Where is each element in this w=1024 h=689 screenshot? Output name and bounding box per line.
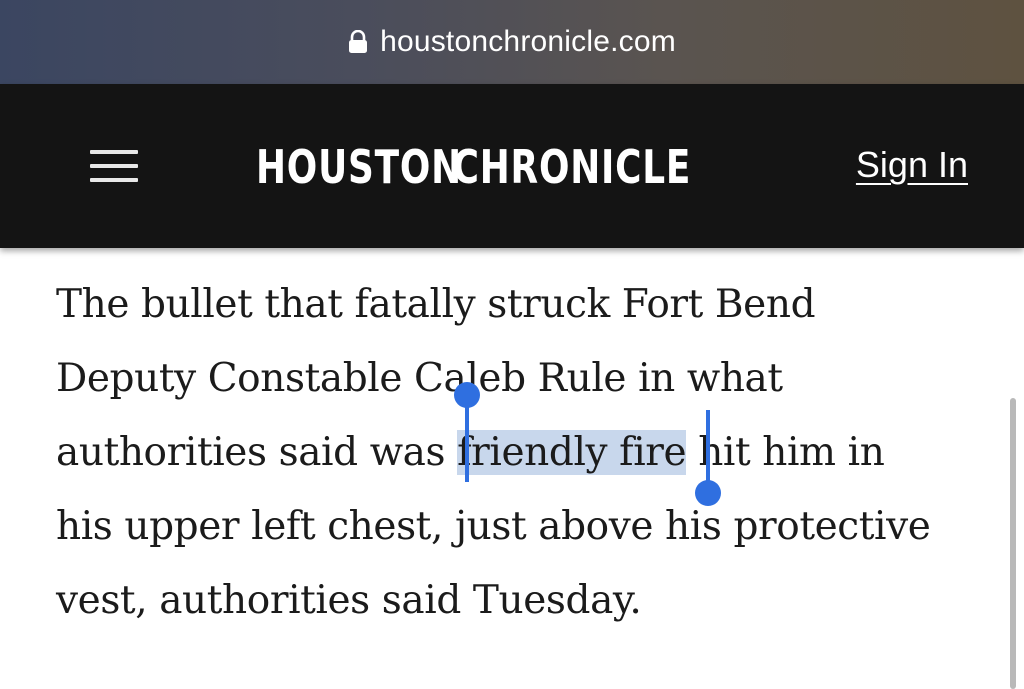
url-text: houstonchronicle.com xyxy=(380,25,676,58)
lock-icon xyxy=(349,30,368,53)
selection-start-bar[interactable] xyxy=(465,402,469,482)
article-line-3-before: authorities said was xyxy=(56,430,458,475)
article-paragraph: The bullet that fatally struck Fort Bend… xyxy=(56,268,986,638)
sign-in-link[interactable]: Sign In xyxy=(856,144,968,186)
selection-end-bar[interactable] xyxy=(706,410,710,486)
selection-end-handle[interactable] xyxy=(695,480,721,506)
site-header: HOUSTON CHRONICLE Sign In xyxy=(0,84,1024,248)
article-line-3-after: hit him in xyxy=(686,430,885,475)
article-line-5: vest, authorities said Tuesday. xyxy=(56,578,642,623)
article-body: The bullet that fatally struck Fort Bend… xyxy=(56,268,986,638)
scrollbar[interactable] xyxy=(1010,398,1016,689)
houston-chronicle-logo[interactable]: HOUSTON CHRONICLE xyxy=(256,134,690,200)
logo-text-houston: HOUSTON xyxy=(256,140,462,194)
hamburger-menu-icon[interactable] xyxy=(90,150,138,184)
selected-text[interactable]: friendly fire xyxy=(457,430,687,475)
browser-url-bar[interactable]: houstonchronicle.com xyxy=(0,0,1024,84)
article-line-3: authorities said was friendly fire hit h… xyxy=(56,416,986,490)
selection-start-handle[interactable] xyxy=(454,382,480,408)
page: houstonchronicle.com HOUSTON CHRONICLE S… xyxy=(0,0,1024,689)
article-line-2: Deputy Constable Caleb Rule in what xyxy=(56,356,783,401)
article-line-1: The bullet that fatally struck Fort Bend xyxy=(56,282,816,327)
logo-text-chronicle: CHRONICLE xyxy=(452,140,692,194)
article-line-4: his upper left chest, just above his pro… xyxy=(56,504,931,549)
url-display[interactable]: houstonchronicle.com xyxy=(348,25,676,59)
